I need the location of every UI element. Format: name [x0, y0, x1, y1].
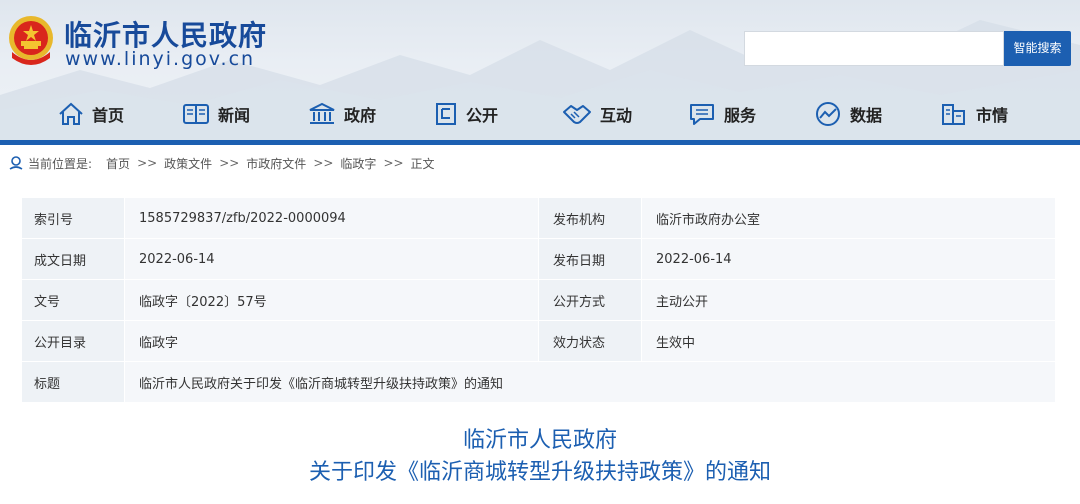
nav-item-home[interactable]: 首页	[58, 96, 124, 132]
breadcrumb-city-gov-files[interactable]: 市政府文件	[246, 155, 306, 172]
breadcrumb-separator: >>	[313, 156, 334, 170]
written-date-label: 成文日期	[22, 239, 124, 279]
document-title-line1: 临沂市人民政府	[462, 428, 617, 453]
breadcrumb: 当前位置是: 首页 >> 政策文件 >> 市政府文件 >> 临政字 >> 正文	[8, 153, 439, 173]
written-date-value: 2022-06-14	[124, 239, 538, 279]
chat-service-icon	[690, 104, 714, 125]
breadcrumb-policy-files[interactable]: 政策文件	[164, 155, 212, 172]
title-value: 临沂市人民政府关于印发《临沂商城转型升级扶持政策》的通知	[124, 362, 1055, 402]
home-icon	[59, 102, 83, 125]
catalog-value: 临政字	[124, 321, 538, 361]
publish-date-label: 发布日期	[538, 239, 641, 279]
government-building-icon	[309, 102, 335, 124]
title-label: 标题	[22, 362, 124, 402]
national-emblem-logo	[9, 16, 53, 65]
site-header: 临沂市人民政府 www.linyi.gov.cn 智能搜索 首页 新闻 政府 公…	[0, 0, 1080, 140]
doc-number-value: 临政字〔2022〕57号	[124, 280, 538, 320]
notice-icon	[436, 103, 456, 125]
header-divider	[0, 140, 1080, 145]
search-input[interactable]	[744, 31, 1004, 66]
publish-date-value: 2022-06-14	[641, 239, 1055, 279]
nav-item-interaction[interactable]: 互动	[562, 96, 632, 132]
doc-number-label: 文号	[22, 280, 124, 320]
city-building-icon	[942, 104, 965, 125]
breadcrumb-separator: >>	[383, 156, 404, 170]
nav-label: 新闻	[218, 106, 251, 125]
nav-item-data[interactable]: 数据	[814, 96, 882, 132]
nav-label: 数据	[850, 106, 883, 125]
breadcrumb-current: 正文	[410, 156, 435, 171]
publisher-label: 发布机构	[538, 198, 641, 238]
document-title-line2: 关于印发《临沂商城转型升级扶持政策》的通知	[308, 460, 771, 485]
location-pin-icon	[9, 156, 23, 170]
nav-item-public[interactable]: 公开	[434, 96, 498, 132]
table-row: 公开目录 临政字 效力状态 生效中	[22, 321, 1055, 362]
main-nav: 首页 新闻 政府 公开 互动 服务 数据 市情	[0, 96, 1080, 132]
publisher-value: 临沂市政府办公室	[641, 198, 1055, 238]
open-mode-label: 公开方式	[538, 280, 641, 320]
document-title: 临沂市人民政府 关于印发《临沂商城转型升级扶持政策》的通知	[0, 425, 1080, 489]
nav-label: 公开	[466, 106, 499, 125]
nav-label: 互动	[600, 106, 633, 125]
site-url[interactable]: www.linyi.gov.cn	[65, 48, 255, 70]
smart-search-button[interactable]: 智能搜索	[1004, 31, 1071, 66]
data-globe-icon	[816, 102, 840, 126]
nav-label: 首页	[92, 106, 125, 125]
nav-label: 服务	[724, 106, 757, 125]
table-row: 标题 临沂市人民政府关于印发《临沂商城转型升级扶持政策》的通知	[22, 362, 1055, 403]
nav-label: 政府	[344, 106, 377, 125]
catalog-label: 公开目录	[22, 321, 124, 361]
table-row: 文号 临政字〔2022〕57号 公开方式 主动公开	[22, 280, 1055, 321]
index-label: 索引号	[22, 198, 124, 238]
table-row: 索引号 1585729837/zfb/2022-0000094 发布机构 临沂市…	[22, 198, 1055, 239]
nav-item-news[interactable]: 新闻	[182, 96, 250, 132]
breadcrumb-linzhengzi[interactable]: 临政字	[340, 155, 376, 172]
nav-label: 市情	[976, 106, 1009, 125]
book-icon	[183, 104, 209, 124]
document-info-table: 索引号 1585729837/zfb/2022-0000094 发布机构 临沂市…	[22, 198, 1055, 403]
breadcrumb-home[interactable]: 首页	[106, 155, 130, 172]
table-row: 成文日期 2022-06-14 发布日期 2022-06-14	[22, 239, 1055, 280]
nav-item-city-info[interactable]: 市情	[940, 96, 1008, 132]
breadcrumb-separator: >>	[219, 156, 240, 170]
validity-status-value: 生效中	[641, 321, 1055, 361]
handshake-icon	[563, 105, 591, 124]
breadcrumb-prefix: 当前位置是:	[28, 156, 93, 171]
nav-item-service[interactable]: 服务	[688, 96, 756, 132]
nav-item-government[interactable]: 政府	[308, 96, 376, 132]
breadcrumb-separator: >>	[137, 156, 158, 170]
open-mode-value: 主动公开	[641, 280, 1055, 320]
index-value: 1585729837/zfb/2022-0000094	[124, 198, 538, 238]
validity-status-label: 效力状态	[538, 321, 641, 361]
